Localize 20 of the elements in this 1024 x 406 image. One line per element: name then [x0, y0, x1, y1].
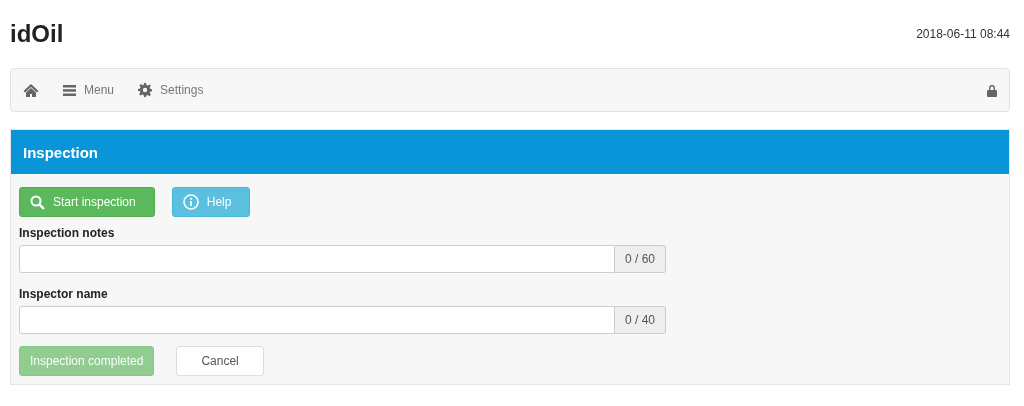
nav-link[interactable]: Settings — [138, 83, 204, 97]
datetime: 2018-06-11 08:44 — [916, 27, 1010, 41]
start-button[interactable]: Start inspection — [19, 187, 155, 217]
home-link[interactable] — [23, 83, 39, 97]
app-title: idOil — [10, 20, 64, 48]
search-icon — [30, 194, 45, 210]
info-icon — [182, 194, 199, 210]
field-label: Inspection notes — [19, 226, 116, 240]
char-counter: 0 / 60 — [614, 245, 666, 273]
text-field[interactable] — [19, 306, 615, 334]
char-counter: 0 / 40 — [614, 306, 666, 334]
field-label: Inspector name — [19, 287, 109, 301]
panel-title: Inspection — [23, 143, 98, 161]
text-field[interactable] — [19, 245, 615, 273]
gear-icon — [138, 83, 153, 97]
menu-icon — [63, 84, 76, 96]
lock-icon[interactable] — [987, 83, 997, 97]
nav-link[interactable]: Menu — [63, 83, 115, 97]
cancel-button[interactable]: Cancel — [176, 346, 264, 376]
home-icon — [23, 83, 39, 97]
